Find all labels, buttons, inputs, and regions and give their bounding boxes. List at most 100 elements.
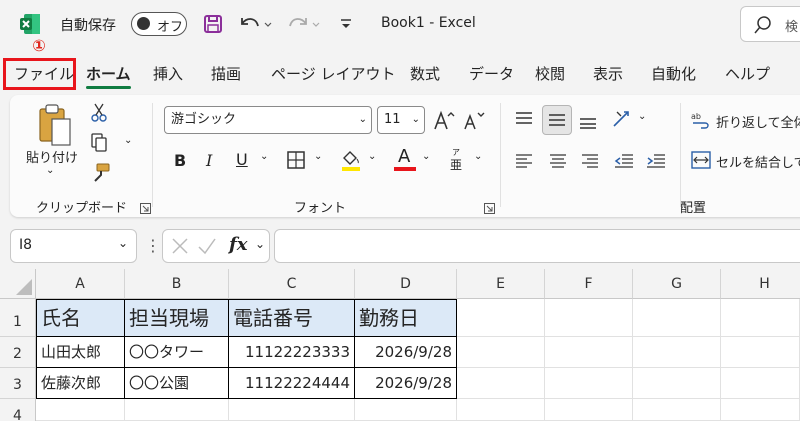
merge-center-button[interactable]: セルを結合して [716, 152, 800, 171]
tab-data[interactable]: データ [469, 58, 514, 90]
cell-h4[interactable] [721, 399, 800, 421]
name-box[interactable]: I8 ⌄ [10, 229, 137, 263]
cell-c3[interactable]: 11122224444 [229, 368, 355, 399]
cell-d4[interactable] [355, 399, 457, 421]
increase-indent-icon[interactable] [644, 149, 668, 173]
tab-view[interactable]: 表示 [593, 58, 623, 90]
orientation-icon[interactable] [610, 107, 634, 131]
decrease-font-size-icon[interactable] [462, 107, 486, 133]
cell-b2[interactable]: 〇〇タワー [125, 337, 229, 368]
copy-dropdown-icon[interactable]: ⌄ [124, 135, 132, 146]
fill-color-icon[interactable] [338, 147, 364, 173]
tab-formulas[interactable]: 数式 [410, 58, 440, 90]
cell-f1[interactable] [545, 299, 633, 337]
cell-b1[interactable]: 担当現場 [125, 299, 229, 337]
select-all-corner[interactable] [0, 269, 36, 299]
align-center-icon[interactable] [546, 149, 570, 173]
column-header-b[interactable]: B [125, 269, 229, 299]
column-header-d[interactable]: D [355, 269, 457, 299]
row-header-1[interactable]: 1 [0, 299, 36, 337]
cell-g1[interactable] [633, 299, 721, 337]
cell-c2[interactable]: 11122223333 [229, 337, 355, 368]
tab-insert[interactable]: 挿入 [153, 58, 183, 90]
tab-automate[interactable]: 自動化 [651, 58, 696, 90]
font-color-dropdown-icon[interactable]: ⌄ [422, 151, 430, 162]
underline-button[interactable]: U [236, 150, 248, 169]
tab-draw[interactable]: 描画 [211, 58, 241, 90]
cell-e4[interactable] [457, 399, 545, 421]
column-header-h[interactable]: H [721, 269, 800, 299]
cancel-icon[interactable] [171, 236, 189, 260]
undo-icon[interactable] [236, 12, 276, 36]
column-header-f[interactable]: F [545, 269, 633, 299]
cell-a1[interactable]: 氏名 [36, 299, 125, 337]
cell-d2[interactable]: 2026/9/28 [355, 337, 457, 368]
row-header-2[interactable]: 2 [0, 337, 36, 368]
tab-review[interactable]: 校閲 [535, 58, 565, 90]
format-painter-icon[interactable] [88, 161, 112, 185]
cell-h3[interactable] [721, 368, 800, 399]
font-size-select[interactable]: 11 ⌄ [377, 106, 425, 134]
save-icon[interactable] [201, 12, 225, 36]
cell-e2[interactable] [457, 337, 545, 368]
cell-g3[interactable] [633, 368, 721, 399]
align-bottom-icon[interactable] [576, 109, 600, 133]
cell-g4[interactable] [633, 399, 721, 421]
cell-c4[interactable] [229, 399, 355, 421]
cell-e3[interactable] [457, 368, 545, 399]
formula-input[interactable] [274, 229, 800, 263]
align-middle-icon[interactable] [542, 105, 572, 135]
chevron-down-icon[interactable]: ⌄ [255, 237, 265, 251]
column-header-c[interactable]: C [229, 269, 355, 299]
column-header-g[interactable]: G [633, 269, 721, 299]
align-left-icon[interactable] [512, 149, 536, 173]
merge-center-icon[interactable] [690, 149, 712, 171]
font-name-select[interactable]: 游ゴシック ⌄ [164, 106, 372, 134]
cell-f2[interactable] [545, 337, 633, 368]
row-header-4[interactable]: 4 [0, 399, 36, 421]
cell-a4[interactable] [36, 399, 125, 421]
decrease-indent-icon[interactable] [612, 149, 636, 173]
cell-e1[interactable] [457, 299, 545, 337]
insert-function-button[interactable]: fx [229, 234, 247, 255]
wrap-text-button[interactable]: 折り返して全体 [716, 112, 800, 131]
customize-qat-icon[interactable] [336, 12, 356, 36]
phonetic-guide-icon[interactable]: ア 亜 [446, 145, 466, 175]
tab-home[interactable]: ホーム [86, 58, 131, 90]
increase-font-size-icon[interactable] [432, 107, 456, 133]
cell-h1[interactable] [721, 299, 800, 337]
cell-a3[interactable]: 佐藤次郎 [36, 368, 125, 399]
fill-color-dropdown-icon[interactable]: ⌄ [368, 151, 376, 162]
align-right-icon[interactable] [578, 149, 602, 173]
paste-dropdown-icon[interactable]: ⌄ [46, 165, 54, 176]
cell-c1[interactable]: 電話番号 [229, 299, 355, 337]
cell-g2[interactable] [633, 337, 721, 368]
cell-d1[interactable]: 勤務日 [355, 299, 457, 337]
formula-bar-grip-icon[interactable]: ⋮ [145, 236, 161, 255]
borders-icon[interactable] [284, 148, 308, 172]
search-box[interactable]: 検 [740, 6, 800, 42]
copy-icon[interactable] [86, 131, 112, 153]
tab-page-layout[interactable]: ページ レイアウト [271, 58, 395, 90]
tab-help[interactable]: ヘルプ [725, 58, 770, 90]
paste-label[interactable]: 貼り付け [26, 147, 78, 166]
clipboard-launcher-icon[interactable] [140, 199, 151, 214]
orientation-dropdown-icon[interactable]: ⌄ [638, 111, 646, 122]
font-color-button[interactable]: A [392, 146, 418, 173]
cut-icon[interactable] [88, 101, 110, 123]
underline-dropdown-icon[interactable]: ⌄ [260, 151, 268, 162]
cell-h2[interactable] [721, 337, 800, 368]
wrap-text-icon[interactable]: ab [690, 109, 712, 131]
cell-f4[interactable] [545, 399, 633, 421]
cell-d3[interactable]: 2026/9/28 [355, 368, 457, 399]
cell-b4[interactable] [125, 399, 229, 421]
font-launcher-icon[interactable] [484, 199, 495, 214]
borders-dropdown-icon[interactable]: ⌄ [314, 151, 322, 162]
bold-button[interactable]: B [174, 151, 186, 170]
redo-icon[interactable] [284, 12, 324, 36]
italic-button[interactable]: I [206, 151, 212, 170]
cell-f3[interactable] [545, 368, 633, 399]
column-header-a[interactable]: A [36, 269, 125, 299]
paste-icon[interactable] [30, 101, 78, 149]
row-header-3[interactable]: 3 [0, 368, 36, 399]
